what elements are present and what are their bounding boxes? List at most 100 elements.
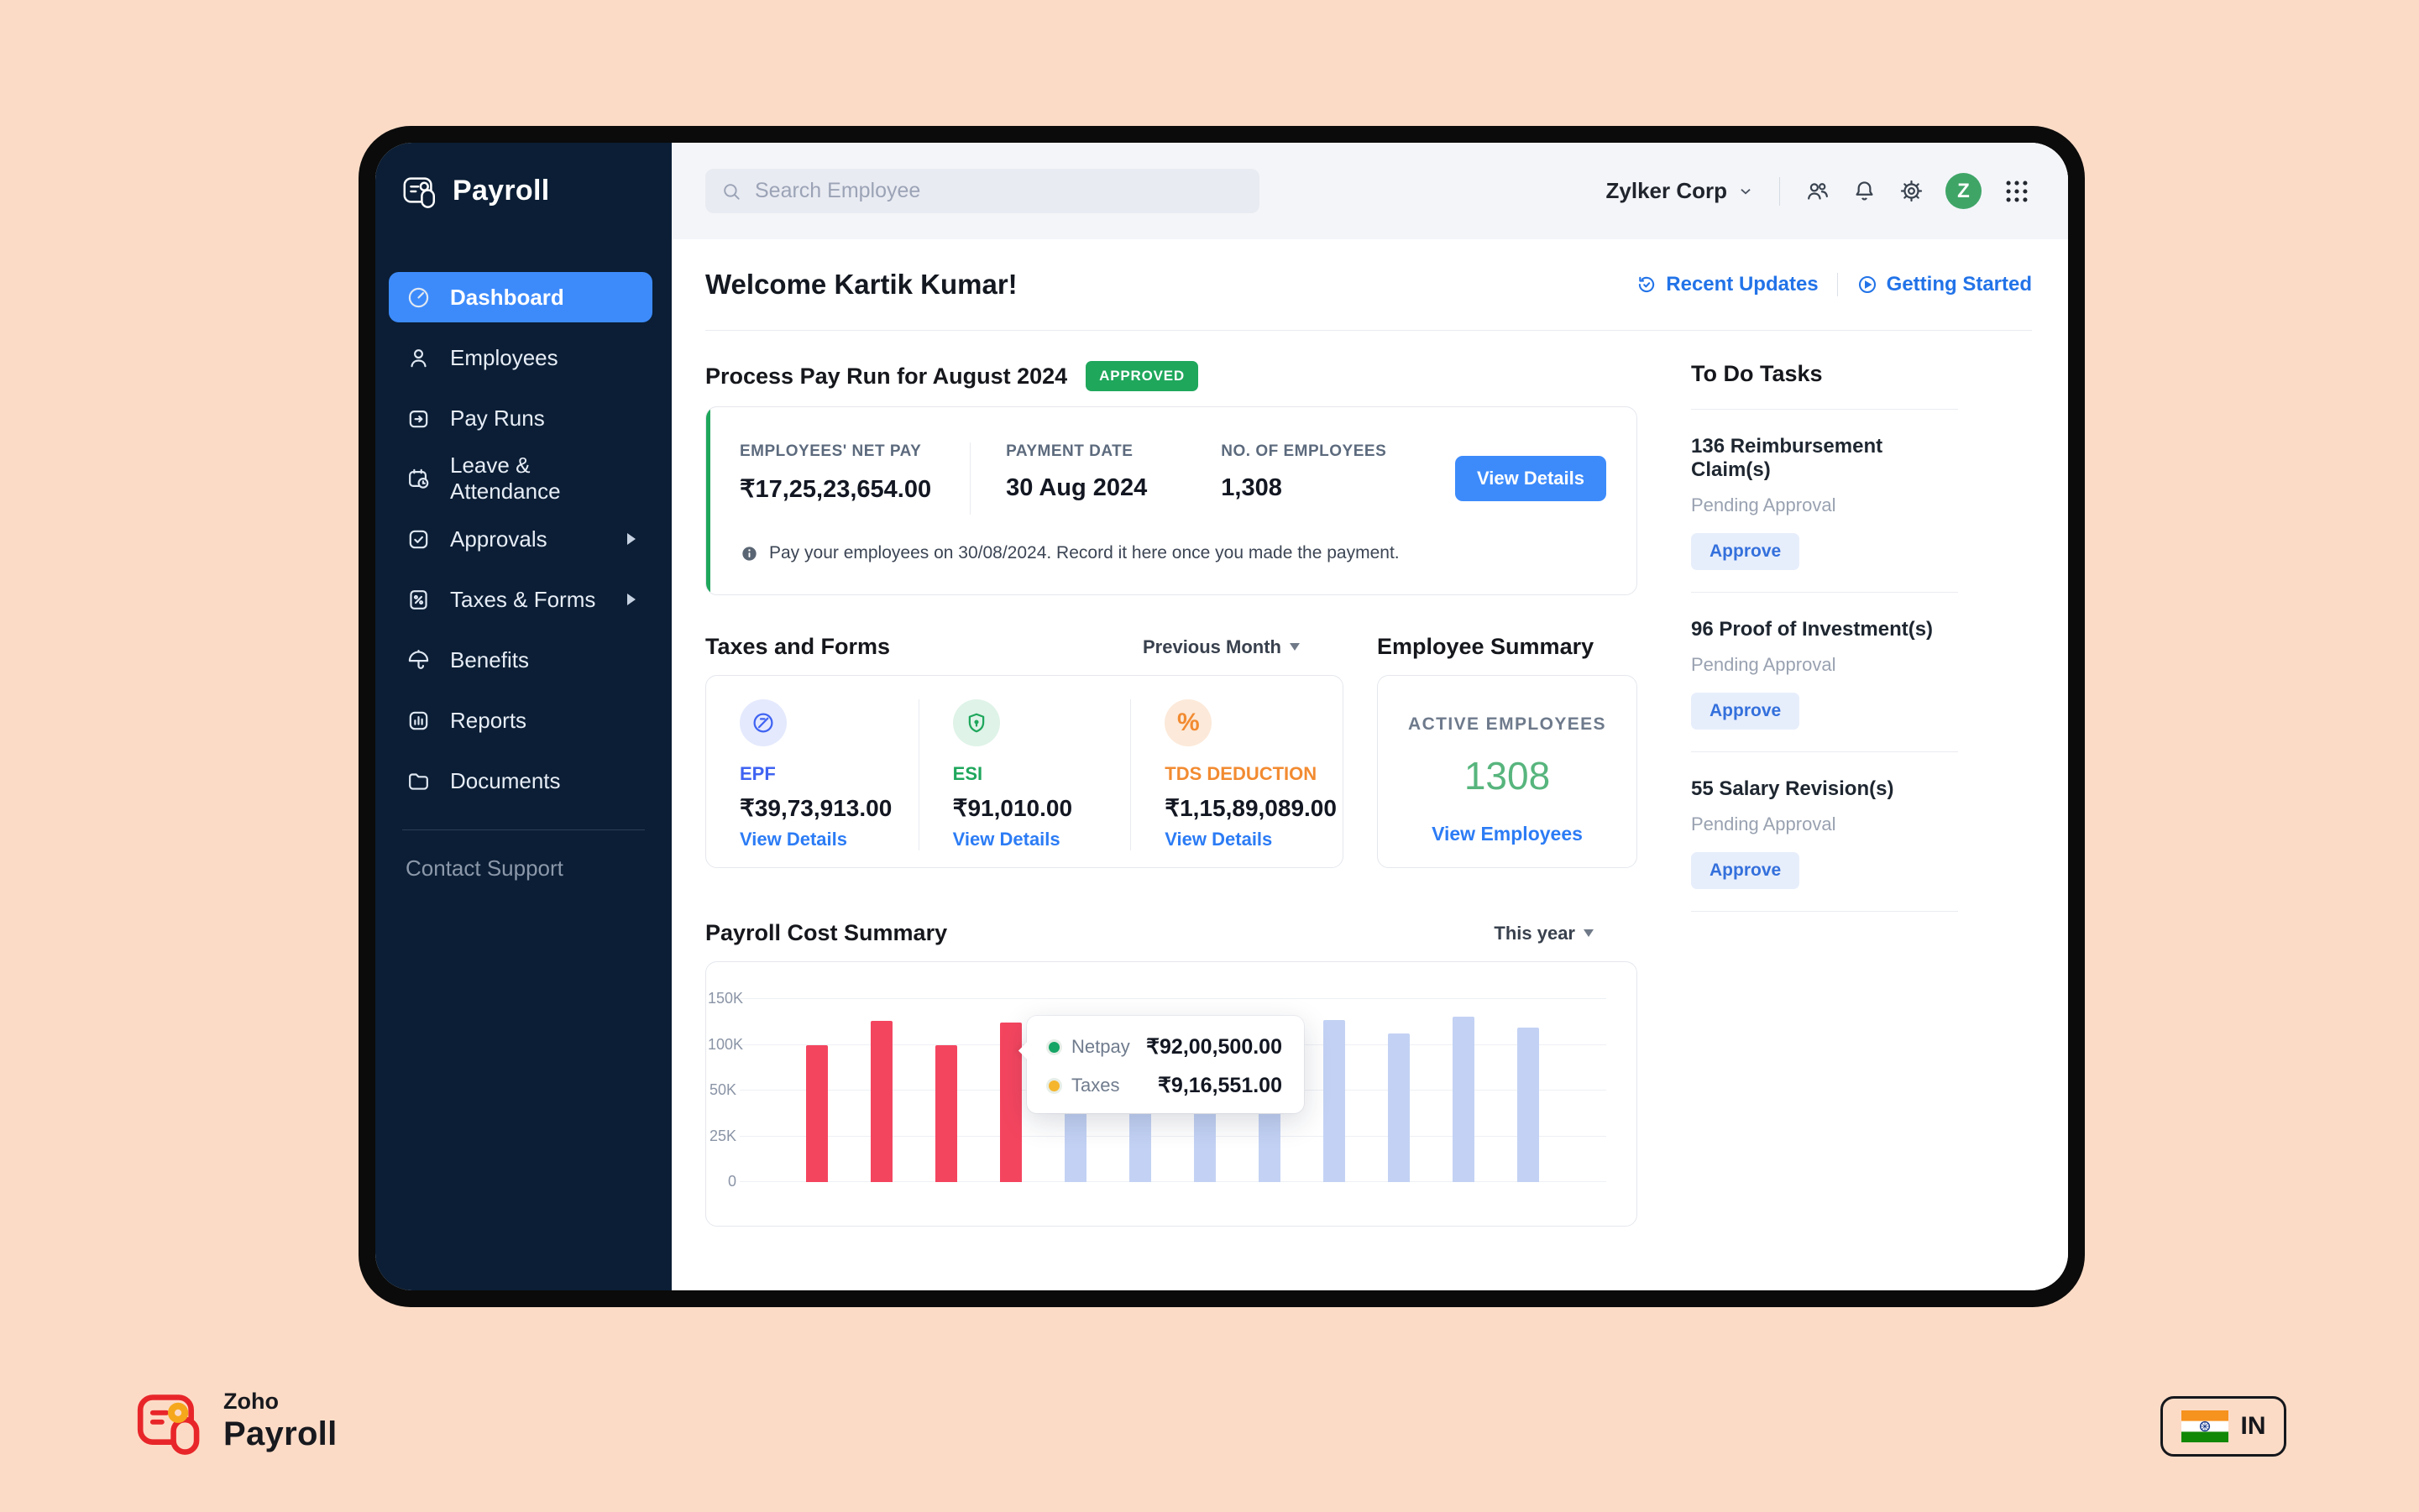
chart-period-dropdown[interactable]: This year: [1494, 923, 1594, 944]
bar-segment-month-2[interactable]: [871, 1021, 893, 1182]
org-name: Zylker Corp: [1606, 178, 1728, 204]
payrun-accent-bar: [706, 407, 710, 594]
sidebar-item-leave-attendance[interactable]: Leave & Attendance: [389, 448, 652, 509]
zoho-brand-text: Zoho: [223, 1389, 338, 1415]
app-window: Payroll Dashboard Employees: [375, 143, 2068, 1290]
chart-tooltip: Netpay ₹92,00,500.00 Taxes ₹9,16,551.00: [1027, 1016, 1304, 1113]
taxes-period-dropdown[interactable]: Previous Month: [1143, 636, 1300, 658]
todo-item-investment-proof: 96 Proof of Investment(s) Pending Approv…: [1691, 593, 1958, 730]
esi-view-details-link[interactable]: View Details: [953, 829, 1131, 850]
y-axis-tick-label: 150K: [708, 990, 736, 1007]
sidebar-item-label: Dashboard: [450, 285, 564, 311]
chevron-down-icon: [1736, 182, 1755, 201]
org-selector[interactable]: Zylker Corp: [1606, 178, 1756, 204]
main-column: Process Pay Run for August 2024 APPROVED…: [705, 331, 1637, 1227]
gridline: [740, 998, 1606, 999]
sidebar-item-taxes-forms[interactable]: Taxes & Forms: [389, 569, 652, 630]
sidebar: Payroll Dashboard Employees: [375, 143, 672, 1290]
epf-view-details-link[interactable]: View Details: [740, 829, 919, 850]
recent-updates-link[interactable]: Recent Updates: [1636, 273, 1818, 296]
esi-label: ESI: [953, 763, 1131, 785]
taxes-label: Taxes: [1071, 1075, 1119, 1096]
sidebar-item-label: Pay Runs: [450, 405, 545, 432]
todo-title: To Do Tasks: [1691, 361, 2032, 387]
payment-note: Pay your employees on 30/08/2024. Record…: [740, 543, 1606, 563]
bar-segment-month-1[interactable]: [806, 1045, 828, 1183]
y-axis-tick-label: 100K: [708, 1036, 736, 1054]
chevron-right-icon: [627, 594, 636, 605]
todo-item-title: 96 Proof of Investment(s): [1691, 618, 1958, 641]
users-icon[interactable]: [1804, 178, 1830, 204]
contact-support-link[interactable]: Contact Support: [406, 855, 672, 882]
caret-down-icon: [1584, 929, 1594, 937]
payroll-cost-chart-card: 025K50K100K150K Netpay ₹92,00,500.00: [705, 961, 1637, 1227]
sidebar-item-dashboard[interactable]: Dashboard: [389, 272, 652, 322]
bar-month-7[interactable]: [1194, 1107, 1216, 1182]
payrun-card: EMPLOYEES' NET PAY ₹17,25,23,654.00 PAYM…: [705, 406, 1637, 595]
esi-column: ESI ₹91,010.00 View Details: [919, 699, 1131, 850]
apps-grid-icon[interactable]: [2003, 177, 2031, 206]
esi-value: ₹91,010.00: [953, 794, 1131, 822]
search-input[interactable]: [753, 178, 1244, 204]
sidebar-item-documents[interactable]: Documents: [389, 751, 652, 811]
todo-item-title: 55 Salary Revision(s): [1691, 777, 1958, 801]
bar-segment-month-4[interactable]: [1000, 1023, 1022, 1182]
todo-item-salary-revision: 55 Salary Revision(s) Pending Approval A…: [1691, 752, 1958, 889]
y-axis-tick-label: 25K: [708, 1127, 736, 1145]
approve-button[interactable]: Approve: [1691, 852, 1799, 889]
y-axis-tick-label: 0: [708, 1173, 736, 1190]
bar-segment-month-3[interactable]: [935, 1045, 957, 1183]
zoho-payroll-logo: Zoho Payroll: [133, 1384, 338, 1457]
todo-item-status: Pending Approval: [1691, 494, 1958, 516]
app-logo: Payroll: [375, 143, 672, 210]
refresh-check-icon: [1636, 274, 1657, 296]
tds-label: TDS DEDUCTION: [1165, 763, 1343, 785]
netpay-label: Netpay: [1071, 1036, 1130, 1058]
bar-month-6[interactable]: [1129, 1103, 1151, 1182]
tds-column: % TDS DEDUCTION ₹1,15,89,089.00 View Det…: [1130, 699, 1343, 850]
approve-button[interactable]: Approve: [1691, 693, 1799, 730]
active-employees-count: 1308: [1464, 753, 1550, 798]
taxes-forms-section: Taxes and Forms Previous Month: [705, 634, 1343, 868]
payment-note-text: Pay your employees on 30/08/2024. Record…: [769, 543, 1400, 563]
view-details-button[interactable]: View Details: [1455, 456, 1606, 501]
bar-month-10[interactable]: [1388, 1033, 1410, 1182]
bar-month-12[interactable]: [1517, 1028, 1539, 1182]
payrun-title: Process Pay Run for August 2024: [705, 364, 1067, 390]
todo-item-status: Pending Approval: [1691, 814, 1958, 835]
chart-header: Payroll Cost Summary This year: [705, 920, 1637, 946]
field-separator: [970, 442, 971, 515]
avatar[interactable]: Z: [1945, 173, 1982, 209]
getting-started-link[interactable]: Getting Started: [1856, 273, 2032, 296]
tds-view-details-link[interactable]: View Details: [1165, 829, 1343, 850]
sidebar-item-reports[interactable]: Reports: [389, 690, 652, 751]
content: Welcome Kartik Kumar! Recent Updates Get…: [672, 239, 2068, 1290]
payroll-brand-text: Payroll: [223, 1415, 338, 1453]
sidebar-item-employees[interactable]: Employees: [389, 327, 652, 388]
sidebar-item-approvals[interactable]: Approvals: [389, 509, 652, 569]
view-employees-link[interactable]: View Employees: [1432, 823, 1583, 845]
sidebar-divider: [402, 829, 645, 830]
page-title: Welcome Kartik Kumar!: [705, 269, 1018, 301]
india-flag-icon: [2181, 1410, 2228, 1442]
approve-button[interactable]: Approve: [1691, 533, 1799, 570]
topbar-right: Zylker Corp Z: [1606, 173, 2032, 209]
device-frame: Payroll Dashboard Employees: [359, 126, 2085, 1307]
sidebar-nav: Dashboard Employees Pay Runs: [375, 267, 672, 811]
chart-period-value: This year: [1494, 923, 1575, 944]
bell-icon[interactable]: [1851, 178, 1877, 204]
pay-runs-icon: [406, 405, 432, 432]
payment-date-field: PAYMENT DATE 30 Aug 2024: [1006, 442, 1147, 502]
search-box[interactable]: [705, 169, 1259, 213]
sidebar-item-pay-runs[interactable]: Pay Runs: [389, 388, 652, 448]
bar-month-9[interactable]: [1323, 1020, 1345, 1182]
sidebar-item-benefits[interactable]: Benefits: [389, 630, 652, 690]
dashboard-icon: [406, 285, 432, 311]
epf-icon: [740, 699, 787, 746]
bar-month-5[interactable]: [1065, 1103, 1086, 1182]
taxes-period-value: Previous Month: [1143, 636, 1281, 658]
gear-icon[interactable]: [1898, 178, 1924, 204]
benefits-umbrella-icon: [406, 647, 432, 673]
bar-month-11[interactable]: [1453, 1017, 1474, 1182]
employee-count-value: 1,308: [1221, 474, 1386, 502]
